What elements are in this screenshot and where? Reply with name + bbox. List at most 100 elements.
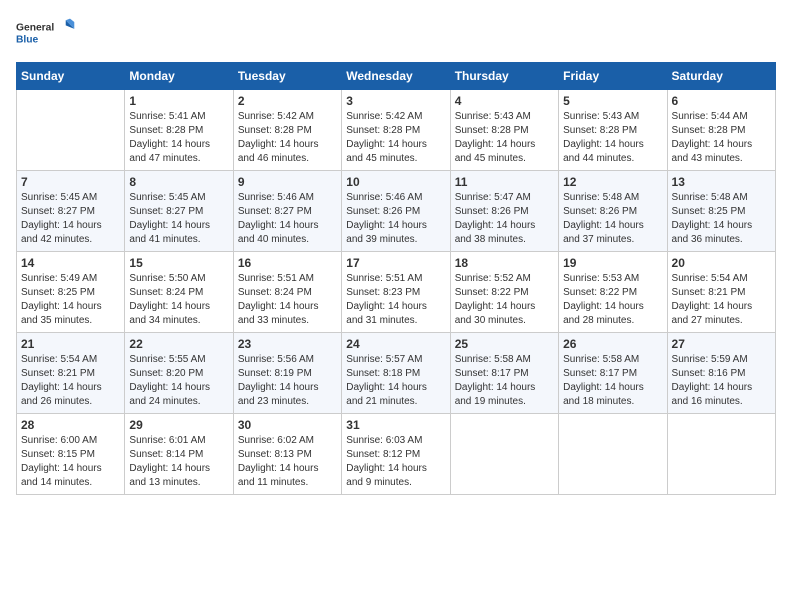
day-number: 9 xyxy=(238,175,337,189)
calendar-cell: 11Sunrise: 5:47 AMSunset: 8:26 PMDayligh… xyxy=(450,171,558,252)
day-detail: Sunrise: 5:46 AMSunset: 8:27 PMDaylight:… xyxy=(238,191,337,247)
day-number: 2 xyxy=(238,94,337,108)
day-detail: Sunrise: 5:56 AMSunset: 8:19 PMDaylight:… xyxy=(238,353,337,409)
calendar-cell: 28 Sunrise: 6:00 AMSunset: 8:15 PMDayligh… xyxy=(17,414,125,495)
day-detail: Sunrise: 5:49 AMSunset: 8:25 PMDaylight:… xyxy=(21,272,120,328)
svg-text:Blue: Blue xyxy=(16,35,39,46)
calendar-cell xyxy=(667,414,775,495)
day-number: 30 xyxy=(238,418,337,432)
calendar-cell: 21 Sunrise: 5:54 AMSunset: 8:21 PMDayligh… xyxy=(17,333,125,414)
day-number: 14 xyxy=(21,256,120,270)
calendar-cell: 10 Sunrise: 5:46 AMSunset: 8:26 PMDayligh… xyxy=(342,171,450,252)
day-detail: Sunrise: 5:42 AMSunset: 8:28 PMDaylight:… xyxy=(346,110,445,166)
day-number: 29 xyxy=(129,418,228,432)
calendar-cell: 20 Sunrise: 5:54 AMSunset: 8:21 PMDayligh… xyxy=(667,252,775,333)
logo: General Blue xyxy=(16,16,76,52)
calendar-week-row: 21 Sunrise: 5:54 AMSunset: 8:21 PMDayligh… xyxy=(17,333,776,414)
day-detail: Sunrise: 6:02 AMSunset: 8:13 PMDaylight:… xyxy=(238,434,337,490)
day-detail: Sunrise: 5:58 AMSunset: 8:17 PMDaylight:… xyxy=(563,353,662,409)
day-number: 13 xyxy=(672,175,771,189)
weekday-header: Wednesday xyxy=(342,63,450,90)
day-number: 31 xyxy=(346,418,445,432)
calendar-cell: 3 Sunrise: 5:42 AMSunset: 8:28 PMDaylight… xyxy=(342,90,450,171)
day-number: 4 xyxy=(455,94,554,108)
day-number: 18 xyxy=(455,256,554,270)
calendar-cell: 9 Sunrise: 5:46 AMSunset: 8:27 PMDaylight… xyxy=(233,171,341,252)
day-number: 27 xyxy=(672,337,771,351)
calendar-cell: 31 Sunrise: 6:03 AMSunset: 8:12 PMDayligh… xyxy=(342,414,450,495)
day-detail: Sunrise: 5:43 AMSunset: 8:28 PMDaylight:… xyxy=(563,110,662,166)
calendar-cell: 13 Sunrise: 5:48 AMSunset: 8:25 PMDayligh… xyxy=(667,171,775,252)
svg-text:General: General xyxy=(16,23,54,34)
calendar-header-row: SundayMondayTuesdayWednesdayThursdayFrid… xyxy=(17,63,776,90)
calendar-cell: 8 Sunrise: 5:45 AMSunset: 8:27 PMDaylight… xyxy=(125,171,233,252)
day-detail: Sunrise: 5:48 AMSunset: 8:26 PMDaylight:… xyxy=(563,191,662,247)
calendar-cell xyxy=(559,414,667,495)
day-detail: Sunrise: 5:58 AMSunset: 8:17 PMDaylight:… xyxy=(455,353,554,409)
weekday-header: Saturday xyxy=(667,63,775,90)
day-number: 24 xyxy=(346,337,445,351)
day-detail: Sunrise: 5:41 AMSunset: 8:28 PMDaylight:… xyxy=(129,110,228,166)
day-detail: Sunrise: 5:45 AMSunset: 8:27 PMDaylight:… xyxy=(21,191,120,247)
calendar-week-row: 14 Sunrise: 5:49 AMSunset: 8:25 PMDayligh… xyxy=(17,252,776,333)
calendar-cell: 29 Sunrise: 6:01 AMSunset: 8:14 PMDayligh… xyxy=(125,414,233,495)
day-detail: Sunrise: 5:55 AMSunset: 8:20 PMDaylight:… xyxy=(129,353,228,409)
calendar-cell xyxy=(17,90,125,171)
day-detail: Sunrise: 6:01 AMSunset: 8:14 PMDaylight:… xyxy=(129,434,228,490)
day-number: 20 xyxy=(672,256,771,270)
day-number: 25 xyxy=(455,337,554,351)
day-number: 12 xyxy=(563,175,662,189)
day-detail: Sunrise: 5:51 AMSunset: 8:24 PMDaylight:… xyxy=(238,272,337,328)
day-detail: Sunrise: 5:46 AMSunset: 8:26 PMDaylight:… xyxy=(346,191,445,247)
day-number: 17 xyxy=(346,256,445,270)
calendar-cell: 2 Sunrise: 5:42 AMSunset: 8:28 PMDaylight… xyxy=(233,90,341,171)
day-number: 6 xyxy=(672,94,771,108)
day-detail: Sunrise: 5:53 AMSunset: 8:22 PMDaylight:… xyxy=(563,272,662,328)
day-detail: Sunrise: 5:50 AMSunset: 8:24 PMDaylight:… xyxy=(129,272,228,328)
day-detail: Sunrise: 5:44 AMSunset: 8:28 PMDaylight:… xyxy=(672,110,771,166)
day-number: 10 xyxy=(346,175,445,189)
day-number: 19 xyxy=(563,256,662,270)
weekday-header: Monday xyxy=(125,63,233,90)
calendar-cell: 25 Sunrise: 5:58 AMSunset: 8:17 PMDayligh… xyxy=(450,333,558,414)
page-header: General Blue xyxy=(16,16,776,52)
weekday-header: Friday xyxy=(559,63,667,90)
day-detail: Sunrise: 5:47 AMSunset: 8:26 PMDaylight:… xyxy=(455,191,554,247)
weekday-header: Tuesday xyxy=(233,63,341,90)
calendar-cell: 15 Sunrise: 5:50 AMSunset: 8:24 PMDayligh… xyxy=(125,252,233,333)
day-number: 3 xyxy=(346,94,445,108)
calendar-cell: 26 Sunrise: 5:58 AMSunset: 8:17 PMDayligh… xyxy=(559,333,667,414)
calendar-cell: 1 Sunrise: 5:41 AMSunset: 8:28 PMDaylight… xyxy=(125,90,233,171)
calendar-cell: 16 Sunrise: 5:51 AMSunset: 8:24 PMDayligh… xyxy=(233,252,341,333)
calendar-week-row: 28 Sunrise: 6:00 AMSunset: 8:15 PMDayligh… xyxy=(17,414,776,495)
day-detail: Sunrise: 5:42 AMSunset: 8:28 PMDaylight:… xyxy=(238,110,337,166)
day-detail: Sunrise: 5:48 AMSunset: 8:25 PMDaylight:… xyxy=(672,191,771,247)
day-number: 5 xyxy=(563,94,662,108)
calendar-cell: 27 Sunrise: 5:59 AMSunset: 8:16 PMDayligh… xyxy=(667,333,775,414)
calendar-cell: 22Sunrise: 5:55 AMSunset: 8:20 PMDayligh… xyxy=(125,333,233,414)
day-detail: Sunrise: 5:51 AMSunset: 8:23 PMDaylight:… xyxy=(346,272,445,328)
day-number: 16 xyxy=(238,256,337,270)
calendar-cell: 18 Sunrise: 5:52 AMSunset: 8:22 PMDayligh… xyxy=(450,252,558,333)
day-number: 26 xyxy=(563,337,662,351)
day-number: 28 xyxy=(21,418,120,432)
day-detail: Sunrise: 6:03 AMSunset: 8:12 PMDaylight:… xyxy=(346,434,445,490)
day-number: 8 xyxy=(129,175,228,189)
day-number: 21 xyxy=(21,337,120,351)
day-detail: Sunrise: 5:54 AMSunset: 8:21 PMDaylight:… xyxy=(672,272,771,328)
day-number: 23 xyxy=(238,337,337,351)
calendar-cell: 30 Sunrise: 6:02 AMSunset: 8:13 PMDayligh… xyxy=(233,414,341,495)
calendar-cell xyxy=(450,414,558,495)
calendar-cell: 4Sunrise: 5:43 AMSunset: 8:28 PMDaylight… xyxy=(450,90,558,171)
weekday-header: Sunday xyxy=(17,63,125,90)
day-detail: Sunrise: 5:52 AMSunset: 8:22 PMDaylight:… xyxy=(455,272,554,328)
day-detail: Sunrise: 5:59 AMSunset: 8:16 PMDaylight:… xyxy=(672,353,771,409)
day-detail: Sunrise: 6:00 AMSunset: 8:15 PMDaylight:… xyxy=(21,434,120,490)
calendar-week-row: 7Sunrise: 5:45 AMSunset: 8:27 PMDaylight… xyxy=(17,171,776,252)
day-detail: Sunrise: 5:45 AMSunset: 8:27 PMDaylight:… xyxy=(129,191,228,247)
day-detail: Sunrise: 5:54 AMSunset: 8:21 PMDaylight:… xyxy=(21,353,120,409)
calendar-cell: 24Sunrise: 5:57 AMSunset: 8:18 PMDayligh… xyxy=(342,333,450,414)
day-number: 15 xyxy=(129,256,228,270)
calendar-cell: 7Sunrise: 5:45 AMSunset: 8:27 PMDaylight… xyxy=(17,171,125,252)
day-number: 1 xyxy=(129,94,228,108)
